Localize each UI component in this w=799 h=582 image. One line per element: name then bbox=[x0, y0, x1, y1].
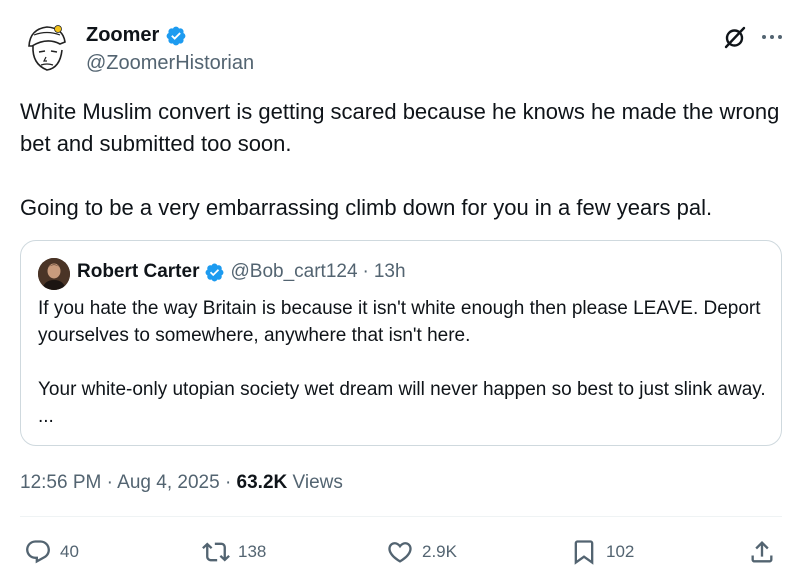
more-icon[interactable] bbox=[760, 24, 784, 50]
quoted-author-avatar[interactable] bbox=[38, 258, 70, 290]
quoted-author-handle[interactable]: @Bob_cart124 bbox=[230, 261, 357, 283]
quoted-tweet[interactable]: Robert Carter @Bob_cart124 · 13h If you … bbox=[20, 240, 782, 446]
quoted-author-name[interactable]: Robert Carter bbox=[77, 261, 199, 283]
grok-icon[interactable] bbox=[722, 24, 748, 50]
like-button[interactable]: 2.9K bbox=[386, 536, 457, 568]
quoted-header: Robert Carter @Bob_cart124 · 13h bbox=[77, 261, 406, 283]
views-label: Views bbox=[292, 472, 343, 493]
repost-count: 138 bbox=[238, 542, 267, 561]
author-name[interactable]: Zoomer bbox=[86, 24, 187, 47]
meta-separator: · bbox=[224, 472, 232, 493]
divider bbox=[20, 516, 782, 517]
bookmark-icon bbox=[574, 540, 594, 565]
reply-count: 40 bbox=[60, 542, 79, 561]
tweet-time[interactable]: 12:56 PM bbox=[20, 472, 101, 493]
verified-badge-icon bbox=[166, 26, 186, 45]
tweet-paragraph: Going to be a very embarrassing climb do… bbox=[20, 195, 713, 220]
quoted-separator: · bbox=[362, 261, 369, 282]
quoted-paragraph: Your white-only utopian society wet drea… bbox=[38, 379, 766, 427]
tweet-meta: 12:56 PM · Aug 4, 2025 · 63.2K Views bbox=[20, 472, 343, 494]
quoted-timestamp[interactable]: 13h bbox=[374, 261, 406, 283]
quoted-paragraph: If you hate the way Britain is because i… bbox=[38, 298, 761, 346]
quoted-text: If you hate the way Britain is because i… bbox=[38, 295, 768, 430]
author-avatar[interactable] bbox=[20, 20, 74, 74]
like-count: 2.9K bbox=[422, 542, 457, 561]
like-icon bbox=[388, 542, 412, 563]
reply-button[interactable]: 40 bbox=[24, 536, 79, 568]
tweet-date[interactable]: Aug 4, 2025 bbox=[117, 472, 219, 493]
reply-icon bbox=[26, 540, 50, 564]
repost-icon bbox=[202, 542, 230, 562]
meta-separator: · bbox=[106, 472, 113, 493]
verified-badge-icon bbox=[206, 263, 224, 281]
tweet: Zoomer @ZoomerHistorian White Muslim con… bbox=[0, 0, 799, 582]
tweet-text: White Muslim convert is getting scared b… bbox=[20, 96, 780, 224]
tweet-paragraph: White Muslim convert is getting scared b… bbox=[20, 99, 780, 156]
repost-button[interactable]: 138 bbox=[202, 536, 266, 568]
bookmark-count: 102 bbox=[606, 542, 635, 561]
share-button[interactable] bbox=[748, 536, 776, 568]
author-name-text[interactable]: Zoomer bbox=[86, 24, 159, 47]
bookmark-button[interactable]: 102 bbox=[570, 536, 634, 568]
author-handle[interactable]: @ZoomerHistorian bbox=[86, 52, 254, 75]
share-icon bbox=[751, 541, 773, 563]
views-count: 63.2K bbox=[236, 472, 288, 493]
